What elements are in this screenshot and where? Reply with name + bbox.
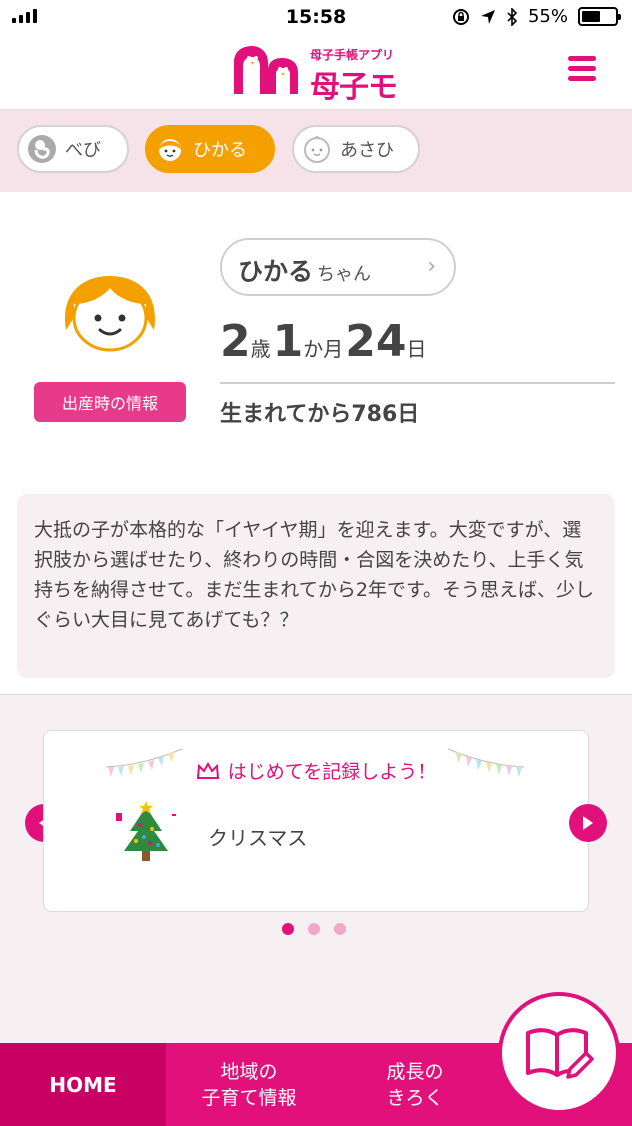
record-book-button[interactable]	[498, 992, 620, 1114]
nav-home-label: HOME	[49, 1072, 117, 1097]
book-pencil-icon	[526, 1028, 594, 1079]
carousel-pagination	[282, 923, 346, 935]
nav-area-label-line2: 子育て情報	[201, 1086, 297, 1109]
nav-home[interactable]: HOME	[0, 1043, 166, 1126]
app-logo: 母子手帳アプリ 母子モ	[232, 44, 398, 105]
nav-growth-record[interactable]: 成長の きろく	[332, 1043, 498, 1126]
nav-local-childcare-info[interactable]: 地域の 子育て情報	[166, 1043, 332, 1126]
battery-icon	[578, 7, 621, 26]
child-tab-asahi[interactable]: あさひ	[292, 125, 420, 173]
age-months-unit: か月	[303, 337, 344, 361]
divider	[220, 382, 615, 384]
child-tab-hikaru[interactable]: ひかる	[145, 125, 275, 173]
bunting-right-icon	[447, 748, 525, 777]
battery-percent: 55%	[527, 6, 568, 27]
first-time-title: はじめてを記録しよう！	[227, 761, 437, 783]
nav-growth-label-line1: 成長の	[386, 1060, 444, 1083]
age-days: 24	[345, 316, 407, 367]
child-name-button[interactable]: ひかる ちゃん ›	[220, 238, 456, 296]
arrow-right-icon	[583, 816, 593, 830]
age-months: 1	[272, 316, 304, 367]
advice-message: 大抵の子が本格的な「イヤイヤ期」を迎えます。大変ですが、選択肢から選ばせたり、終…	[17, 494, 615, 678]
child-face-icon	[159, 139, 181, 161]
child-tab-label: べび	[65, 140, 101, 161]
rotation-lock-icon	[452, 8, 469, 25]
child-tab-label: ひかる	[193, 140, 247, 161]
status-bar: 15:58 55%	[0, 0, 632, 36]
carousel-next-button[interactable]	[569, 804, 607, 842]
nav-growth-label-line2: きろく	[386, 1086, 444, 1109]
bluetooth-icon	[507, 7, 518, 26]
hamburger-menu-icon[interactable]	[568, 56, 596, 84]
christmas-tree-icon	[116, 801, 176, 861]
age-years-unit: 歳	[250, 337, 271, 361]
birth-info-button[interactable]: 出産時の情報	[34, 382, 186, 422]
first-time-item-label: クリスマス	[208, 825, 308, 850]
app-header: 母子手帳アプリ 母子モ	[0, 36, 632, 110]
child-profile: 出産時の情報 ひかる ちゃん › 2 歳 1 か月 24 日 生まれてから786…	[0, 192, 632, 477]
child-tab-label: あさひ	[340, 140, 394, 161]
child-age: 2 歳 1 か月 24 日	[220, 316, 428, 367]
penguin-logo-icon	[234, 46, 298, 94]
first-time-item[interactable]: クリスマス	[106, 801, 307, 871]
child-avatar-icon	[65, 276, 155, 352]
advice-section: 大抵の子が本格的な「イヤイヤ期」を迎えます。大変ですが、選択肢から選ばせたり、終…	[0, 477, 632, 695]
chevron-right-icon: ›	[427, 254, 436, 279]
logo-subtitle: 母子手帳アプリ	[310, 48, 395, 62]
age-days-unit: 日	[406, 337, 427, 361]
child-selector: べび ひかる あさひ	[0, 110, 632, 192]
pagination-dot[interactable]	[308, 923, 320, 935]
location-icon	[480, 9, 495, 24]
pagination-dot-active[interactable]	[282, 923, 294, 935]
age-years: 2	[220, 316, 251, 367]
fetus-icon	[28, 135, 56, 163]
days-since-birth: 生まれてから786日	[220, 402, 420, 427]
nav-area-label-line1: 地域の	[220, 1060, 278, 1083]
child-tab-bebi[interactable]: べび	[17, 125, 129, 173]
child-name: ひかる	[238, 257, 314, 286]
baby-face-icon	[304, 136, 330, 163]
child-name-suffix: ちゃん	[317, 264, 372, 285]
crown-icon	[196, 761, 219, 779]
logo-title: 母子モ	[310, 70, 398, 105]
first-time-card[interactable]: はじめてを記録しよう！ クリスマス	[43, 730, 589, 912]
pagination-dot[interactable]	[334, 923, 346, 935]
